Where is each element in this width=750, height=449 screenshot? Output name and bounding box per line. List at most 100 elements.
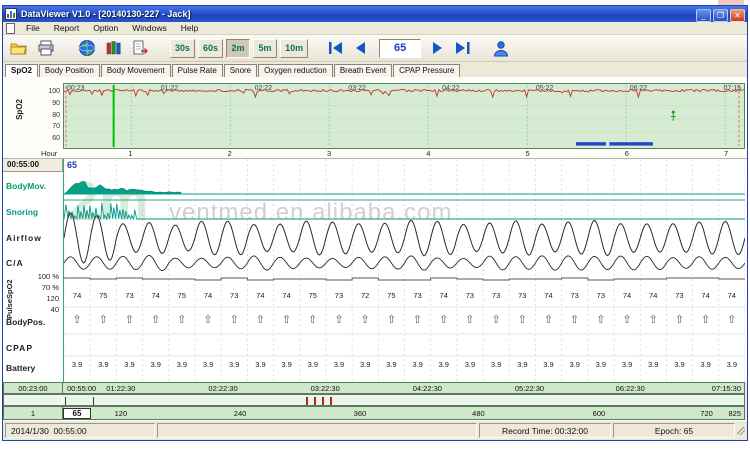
pulse-value: 73 — [509, 291, 535, 300]
tab-body-position[interactable]: Body Position — [39, 64, 100, 77]
battery-value: 3.9 — [90, 360, 116, 369]
report-books-icon[interactable] — [102, 37, 126, 59]
epoch-tick-label: 720 — [700, 409, 713, 418]
battery-value: 3.9 — [300, 360, 326, 369]
body-position-arrow-icon: ⇧ — [431, 313, 457, 326]
menu-item-report[interactable]: Report — [47, 22, 87, 34]
battery-value: 3.9 — [169, 360, 195, 369]
zoom-30s-button[interactable]: 30s — [170, 39, 195, 58]
tab-breath-event[interactable]: Breath Event — [334, 64, 392, 77]
record-start-time: 00:23:00 — [3, 382, 63, 394]
toolbar: 30s60s2m5m10m — [3, 35, 747, 62]
hour-axis-label: Hour — [41, 149, 57, 158]
hour-tick: 4 — [426, 149, 430, 158]
body-position-arrow-icon: ⇧ — [666, 313, 692, 326]
overview-time-label: 03:22 — [348, 85, 366, 92]
nav-prev-icon[interactable] — [349, 39, 371, 58]
menu-item-option[interactable]: Option — [86, 22, 125, 34]
menu-item-windows[interactable]: Windows — [125, 22, 173, 34]
printer-icon[interactable] — [34, 37, 58, 59]
body-position-arrow-icon: ⇧ — [326, 313, 352, 326]
minimize-button-icon[interactable]: _ — [696, 9, 711, 22]
tab-spo2[interactable]: SpO2 — [5, 64, 38, 77]
pulse-value: 73 — [457, 291, 483, 300]
epoch-tick-label: 240 — [234, 409, 247, 418]
overview-time-label: 00:23 — [67, 85, 85, 92]
zoom-level-watermark: 2m — [68, 173, 149, 229]
timeline-bar[interactable]: 00:55:0001:22:3002:22:3003:22:3004:22:30… — [63, 382, 745, 394]
overview-y-tick: 70 — [52, 123, 60, 130]
pulse-value: 73 — [588, 291, 614, 300]
user-icon[interactable] — [489, 37, 513, 59]
globe-icon[interactable] — [75, 37, 99, 59]
timeline-label: 01:22:30 — [106, 384, 135, 393]
battery-value: 3.9 — [614, 360, 640, 369]
battery-value: 3.9 — [666, 360, 692, 369]
body-position-arrow-icon: ⇧ — [378, 313, 404, 326]
export-page-icon[interactable] — [129, 37, 153, 59]
zoom-10m-button[interactable]: 10m — [280, 39, 308, 58]
pulse-value: 74 — [693, 291, 719, 300]
tab-oxygen-reduction[interactable]: Oxygen reduction — [258, 64, 333, 77]
nav-next-icon[interactable] — [427, 39, 449, 58]
pulse-value: 73 — [221, 291, 247, 300]
close-button-icon[interactable]: ✕ — [730, 9, 745, 22]
overview-time-label: 02:22 — [255, 85, 273, 92]
pulse-value: 73 — [404, 291, 430, 300]
battery-value: 3.9 — [693, 360, 719, 369]
body-position-arrow-icon: ⇧ — [300, 313, 326, 326]
overview-y-ticks: 10090807060 — [41, 88, 60, 142]
menu-item-help[interactable]: Help — [174, 22, 205, 34]
overview-y-tick: 80 — [52, 112, 60, 119]
status-epoch: Epoch: 65 — [613, 423, 735, 438]
timeline-label: 03:22:30 — [311, 384, 340, 393]
open-folder-icon[interactable] — [7, 37, 31, 59]
dataviewer-window: DataViewer V1.0 - [20140130-227 - Jack] … — [2, 5, 748, 441]
nav-first-icon[interactable] — [325, 39, 347, 58]
tab-cpap-pressure[interactable]: CPAP Pressure — [393, 64, 460, 77]
zoom-buttons: 30s60s2m5m10m — [170, 39, 311, 58]
epoch-bar[interactable]: 65 120240360480600720825 — [63, 406, 745, 420]
body-position-arrow-icon: ⇧ — [64, 313, 90, 326]
event-marker-tick — [314, 397, 316, 405]
zoom-5m-button[interactable]: 5m — [253, 39, 277, 58]
pulse-value: 74 — [195, 291, 221, 300]
event-scroll-strip[interactable] — [3, 394, 745, 406]
nav-last-icon[interactable] — [451, 39, 473, 58]
overview-chart — [64, 84, 744, 148]
tab-body-movement[interactable]: Body Movement — [101, 64, 171, 77]
tab-snore[interactable]: Snore — [224, 64, 257, 77]
title-bar[interactable]: DataViewer V1.0 - [20140130-227 - Jack] … — [3, 6, 747, 22]
waveform-chart-area[interactable]: 2m ventmed.en.alibaba.com 65 74757374757… — [63, 159, 745, 382]
body-position-arrow-icon: ⇧ — [640, 313, 666, 326]
battery-value: 3.9 — [483, 360, 509, 369]
overview-plot[interactable]: 00:2301:2202:2203:2204:2205:2206:2207:15 — [63, 83, 745, 149]
restore-button-icon[interactable]: ❐ — [713, 9, 728, 22]
pulse-value: 73 — [326, 291, 352, 300]
pulse-values-row: 7475737475747374747573727573747373737473… — [64, 291, 745, 300]
current-epoch-box[interactable]: 65 — [63, 408, 91, 419]
channel-label-bodypos: BodyPos. — [6, 317, 45, 327]
scale-label-70: 70 % — [25, 283, 59, 292]
epoch-tick-label: 480 — [472, 409, 485, 418]
zoom-60s-button[interactable]: 60s — [198, 39, 223, 58]
body-position-arrow-icon: ⇧ — [509, 313, 535, 326]
channel-label-bodymov: BodyMov. — [6, 181, 46, 191]
zoom-2m-button[interactable]: 2m — [226, 39, 250, 58]
pulse-value: 72 — [352, 291, 378, 300]
nav-buttons-right — [427, 39, 475, 58]
battery-value: 3.9 — [195, 360, 221, 369]
resize-grip[interactable] — [737, 427, 745, 435]
body-position-arrow-icon: ⇧ — [221, 313, 247, 326]
menu-item-file[interactable]: File — [19, 22, 47, 34]
epoch-number-input[interactable] — [379, 39, 421, 58]
hour-tick: 3 — [327, 149, 331, 158]
pulse-value: 74 — [719, 291, 745, 300]
battery-values-row: 3.93.93.93.93.93.93.93.93.93.93.93.93.93… — [64, 360, 745, 369]
body-position-arrow-icon: ⇧ — [143, 313, 169, 326]
battery-value: 3.9 — [719, 360, 745, 369]
tab-pulse-rate[interactable]: Pulse Rate — [172, 64, 223, 77]
channel-label-battery: Battery — [6, 363, 35, 373]
spo2-overview-panel: SpO2 10090807060 00:2301:2202:2203:2204:… — [3, 77, 747, 159]
pulse-value: 74 — [614, 291, 640, 300]
